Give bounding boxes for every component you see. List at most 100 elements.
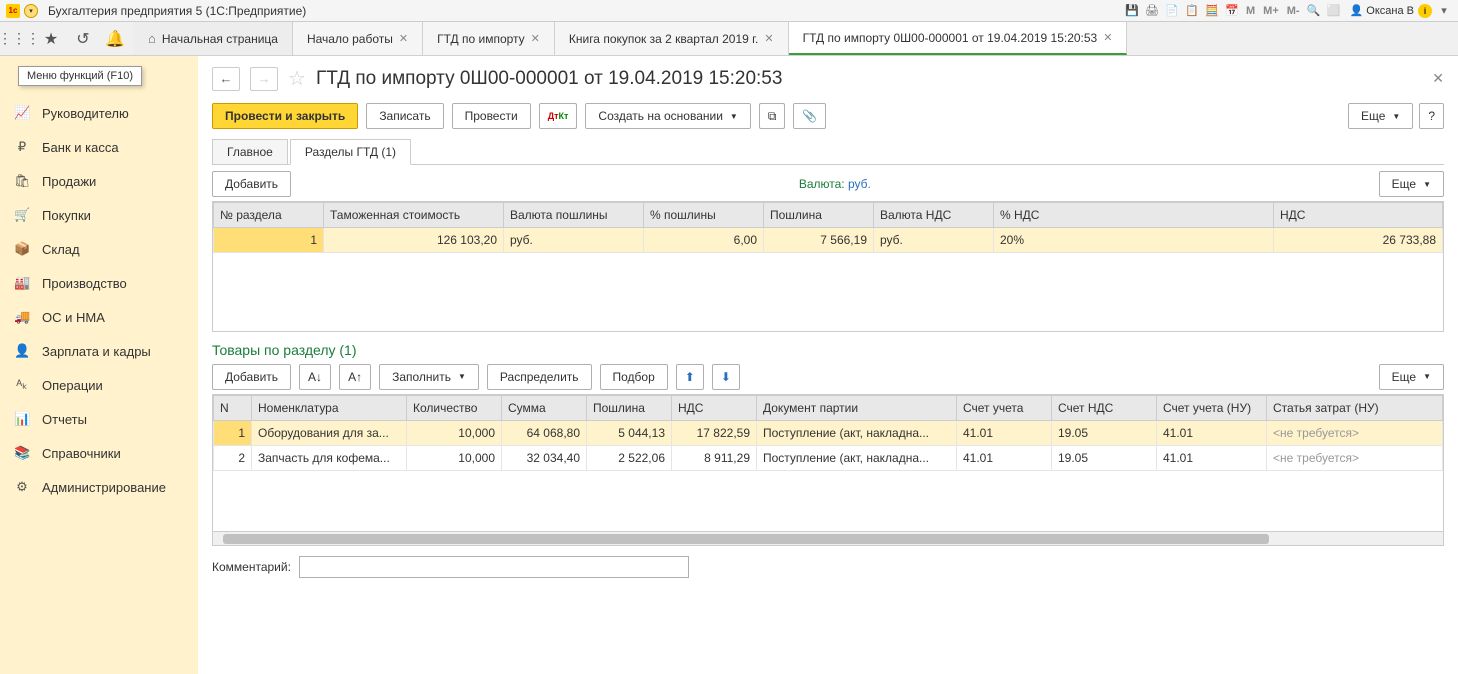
sidebar-item-sales[interactable]: 🛍Продажи: [0, 164, 198, 198]
cell-nomenclature[interactable]: Оборудования для за...: [252, 420, 407, 445]
cell-qty[interactable]: 10,000: [407, 445, 502, 470]
col-sum[interactable]: Сумма: [502, 395, 587, 420]
goods-row[interactable]: 2Запчасть для кофема...10,00032 034,402 …: [214, 445, 1443, 470]
cell-duty[interactable]: 7 566,19: [764, 228, 874, 253]
cell-customs-value[interactable]: 126 103,20: [324, 228, 504, 253]
post-button[interactable]: Провести: [452, 103, 531, 129]
col-duty-currency[interactable]: Валюта пошлины: [504, 203, 644, 228]
save-disk-icon[interactable]: 💾: [1124, 3, 1140, 19]
tab-start[interactable]: Начало работы ✕: [293, 22, 423, 55]
close-icon[interactable]: ✕: [531, 32, 540, 45]
m-plus-button[interactable]: M+: [1261, 5, 1281, 17]
notifications-icon[interactable]: 🔔: [100, 24, 130, 54]
cell-account[interactable]: 41.01: [957, 445, 1052, 470]
cell-account[interactable]: 41.01: [957, 420, 1052, 445]
structure-icon-button[interactable]: ⧉: [759, 103, 786, 129]
cell-account-nu[interactable]: 41.01: [1157, 420, 1267, 445]
col-nomenclature[interactable]: Номенклатура: [252, 395, 407, 420]
create-based-on-button[interactable]: Создать на основании▼: [585, 103, 750, 129]
cell-n[interactable]: 1: [214, 420, 252, 445]
col-customs-value[interactable]: Таможенная стоимость: [324, 203, 504, 228]
sidebar-item-assets[interactable]: 🚚ОС и НМА: [0, 300, 198, 334]
col-duty[interactable]: Пошлина: [764, 203, 874, 228]
sidebar-item-admin[interactable]: ⚙Администрирование: [0, 470, 198, 504]
move-down-button[interactable]: ⬇: [712, 364, 740, 390]
help-button[interactable]: ?: [1419, 103, 1444, 129]
section-row[interactable]: 1 126 103,20 руб. 6,00 7 566,19 руб. 20%…: [214, 228, 1443, 253]
cell-vat[interactable]: 17 822,59: [672, 420, 757, 445]
close-icon[interactable]: ✕: [1103, 31, 1112, 44]
nav-forward-button[interactable]: →: [250, 67, 278, 91]
inner-tab-sections[interactable]: Разделы ГТД (1): [290, 139, 411, 165]
cell-vat[interactable]: 26 733,88: [1274, 228, 1443, 253]
tab-purchases-book[interactable]: Книга покупок за 2 квартал 2019 г. ✕: [555, 22, 789, 55]
col-n[interactable]: N: [214, 395, 252, 420]
goods-row[interactable]: 1Оборудования для за...10,00064 068,805 …: [214, 420, 1443, 445]
goods-more-button[interactable]: Еще▼: [1379, 364, 1444, 390]
col-account[interactable]: Счет учета: [957, 395, 1052, 420]
cell-nomenclature[interactable]: Запчасть для кофема...: [252, 445, 407, 470]
sections-more-button[interactable]: Еще▼: [1379, 171, 1444, 197]
sort-asc-button[interactable]: A↓: [299, 364, 331, 390]
tab-home[interactable]: ⌂ Начальная страница: [134, 22, 293, 55]
nav-back-button[interactable]: ←: [212, 67, 240, 91]
currency-link[interactable]: руб.: [848, 177, 871, 191]
post-and-close-button[interactable]: Провести и закрыть: [212, 103, 358, 129]
calculator-icon[interactable]: 🧮: [1204, 3, 1220, 19]
apps-grid-icon[interactable]: ⋮⋮⋮: [4, 24, 34, 54]
cell-duty[interactable]: 5 044,13: [587, 420, 672, 445]
col-vat-account[interactable]: Счет НДС: [1052, 395, 1157, 420]
goods-distribute-button[interactable]: Распределить: [487, 364, 592, 390]
more-dropdown-icon[interactable]: ▾: [1436, 3, 1452, 19]
print-preview-icon[interactable]: 📄: [1164, 3, 1180, 19]
cell-qty[interactable]: 10,000: [407, 420, 502, 445]
m-button[interactable]: M: [1244, 5, 1257, 17]
cell-vat-pct[interactable]: 20%: [994, 228, 1274, 253]
sidebar-item-catalogs[interactable]: 📚Справочники: [0, 436, 198, 470]
m-minus-button[interactable]: M-: [1285, 5, 1302, 17]
sidebar-item-operations[interactable]: ᴬₖОперации: [0, 368, 198, 402]
sidebar-item-purchases[interactable]: 🛒Покупки: [0, 198, 198, 232]
sidebar-item-reports[interactable]: 📊Отчеты: [0, 402, 198, 436]
comment-input[interactable]: [299, 556, 689, 578]
close-icon[interactable]: ✕: [399, 32, 408, 45]
close-icon[interactable]: ✕: [764, 32, 773, 45]
cell-duty[interactable]: 2 522,06: [587, 445, 672, 470]
goods-add-button[interactable]: Добавить: [212, 364, 291, 390]
cell-vat-currency[interactable]: руб.: [874, 228, 994, 253]
col-vat[interactable]: НДС: [672, 395, 757, 420]
cell-cost-item[interactable]: <не требуется>: [1267, 445, 1443, 470]
col-vat-currency[interactable]: Валюта НДС: [874, 203, 994, 228]
col-cost-item[interactable]: Статья затрат (НУ): [1267, 395, 1443, 420]
horizontal-scrollbar[interactable]: [213, 531, 1443, 545]
window-icon[interactable]: ⬜: [1326, 3, 1342, 19]
sidebar-item-manager[interactable]: 📈Руководителю: [0, 96, 198, 130]
sections-add-button[interactable]: Добавить: [212, 171, 291, 197]
cell-cost-item[interactable]: <не требуется>: [1267, 420, 1443, 445]
col-qty[interactable]: Количество: [407, 395, 502, 420]
inner-tab-main[interactable]: Главное: [212, 139, 288, 164]
info-icon[interactable]: i: [1418, 4, 1432, 18]
zoom-icon[interactable]: 🔍: [1306, 3, 1322, 19]
sidebar-item-payroll[interactable]: 👤Зарплата и кадры: [0, 334, 198, 368]
save-button[interactable]: Записать: [366, 103, 443, 129]
cell-duty-currency[interactable]: руб.: [504, 228, 644, 253]
sidebar-item-bank[interactable]: ₽Банк и касса: [0, 130, 198, 164]
col-duty[interactable]: Пошлина: [587, 395, 672, 420]
cell-num[interactable]: 1: [214, 228, 324, 253]
more-button[interactable]: Еще▼: [1348, 103, 1413, 129]
cell-vat-account[interactable]: 19.05: [1052, 420, 1157, 445]
app-menu-dropdown[interactable]: ▾: [24, 4, 38, 18]
col-batch-doc[interactable]: Документ партии: [757, 395, 957, 420]
cell-sum[interactable]: 32 034,40: [502, 445, 587, 470]
col-section-num[interactable]: № раздела: [214, 203, 324, 228]
col-vat-pct[interactable]: % НДС: [994, 203, 1274, 228]
cell-vat[interactable]: 8 911,29: [672, 445, 757, 470]
user-label[interactable]: 👤 Оксана В: [1350, 4, 1414, 17]
tab-gtd-doc[interactable]: ГТД по импорту 0Ш00-000001 от 19.04.2019…: [789, 22, 1128, 55]
cell-account-nu[interactable]: 41.01: [1157, 445, 1267, 470]
cell-n[interactable]: 2: [214, 445, 252, 470]
col-account-nu[interactable]: Счет учета (НУ): [1157, 395, 1267, 420]
cell-sum[interactable]: 64 068,80: [502, 420, 587, 445]
cell-vat-account[interactable]: 19.05: [1052, 445, 1157, 470]
